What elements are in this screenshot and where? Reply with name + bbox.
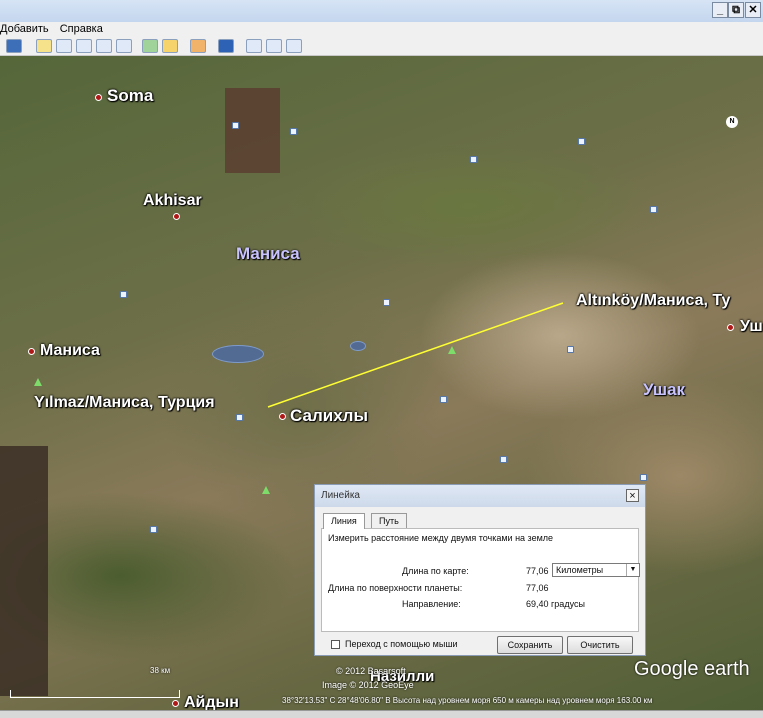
bottom-bar (0, 710, 763, 718)
minimize-button[interactable]: _ (712, 2, 728, 18)
place-akhisar[interactable]: Akhisar (143, 192, 202, 210)
poi-marker[interactable] (640, 474, 647, 481)
sidebar-toggle-icon[interactable] (6, 39, 22, 53)
view-in-maps-icon[interactable] (286, 39, 302, 53)
heading-label: Направление: (402, 599, 461, 609)
status-bar: 38°32'13.53" С 28°48'06.80" В Высота над… (0, 694, 763, 708)
close-icon[interactable]: × (626, 489, 639, 502)
ground-length-label: Длина по поверхности планеты: (328, 583, 463, 593)
place-usak-city[interactable]: Уш (740, 318, 763, 336)
scale-label: 38 км (150, 666, 171, 675)
city-dot (28, 348, 35, 355)
city-dot (279, 413, 286, 420)
overlay-icon[interactable] (96, 39, 112, 53)
menu-bar: Добавить Справка (0, 22, 763, 37)
historical-imagery-icon[interactable] (142, 39, 158, 53)
polygon-icon[interactable] (56, 39, 72, 53)
place-soma[interactable]: Soma (107, 86, 153, 106)
poi-marker[interactable] (650, 206, 657, 213)
place-manisa[interactable]: Маниса (40, 342, 100, 360)
ruler-description: Измерить расстояние между двумя точками … (328, 533, 554, 543)
toolbar (0, 37, 763, 56)
status-coordinates: 38°32'13.53" С 28°48'06.80" В Высота над… (282, 696, 653, 705)
city-dot (727, 324, 734, 331)
poi-marker[interactable] (290, 128, 297, 135)
print-icon[interactable] (266, 39, 282, 53)
poi-marker[interactable] (470, 156, 477, 163)
point-end-label[interactable]: Altınköy/Маниса, Ту (576, 292, 730, 310)
ground-length-value: 77,06 (526, 583, 549, 593)
menu-add[interactable]: Добавить (0, 23, 49, 35)
poi-marker[interactable] (440, 396, 447, 403)
poi-marker[interactable] (383, 299, 390, 306)
tab-path[interactable]: Путь (371, 513, 407, 529)
poi-marker[interactable] (236, 414, 243, 421)
poi-marker[interactable] (120, 291, 127, 298)
restore-button[interactable]: ⧉ (728, 2, 744, 18)
ruler-panel: Измерить расстояние между двумя точками … (321, 528, 640, 632)
point-start-label[interactable]: Yılmaz/Маниса, Турция (34, 394, 215, 412)
park-icon (262, 486, 270, 494)
menu-help[interactable]: Справка (60, 23, 103, 35)
province-manisa: Маниса (236, 244, 300, 263)
compass-icon[interactable]: N (726, 116, 738, 128)
ruler-title: Линейка (315, 485, 645, 507)
unit-select[interactable]: Километры ▼ (552, 563, 640, 577)
map-length-label: Длина по карте: (402, 566, 469, 576)
attribution-geoeye: Image © 2012 GeoEye (322, 680, 414, 690)
ruler-dialog: Линейка × Линия Путь Измерить расстояние… (314, 484, 646, 656)
chevron-down-icon: ▼ (626, 564, 639, 576)
attribution-basarsoft: © 2012 Basarsoft (336, 666, 406, 676)
place-salihli[interactable]: Салихлы (290, 406, 368, 426)
mouse-nav-checkbox[interactable] (331, 640, 340, 649)
province-usak: Ушак (643, 380, 686, 399)
unit-select-value: Километры (556, 565, 604, 575)
measure-line (267, 302, 564, 408)
close-window-button[interactable]: ✕ (745, 2, 761, 18)
record-tour-icon[interactable] (116, 39, 132, 53)
google-earth-logo: Google earth (634, 658, 750, 680)
placemark-icon[interactable] (36, 39, 52, 53)
city-dot (95, 94, 102, 101)
park-icon (448, 346, 456, 354)
poi-marker[interactable] (567, 346, 574, 353)
city-dot (173, 213, 180, 220)
poi-marker[interactable] (578, 138, 585, 145)
poi-marker[interactable] (232, 122, 239, 129)
path-icon[interactable] (76, 39, 92, 53)
poi-marker[interactable] (500, 456, 507, 463)
title-bar: _ ⧉ ✕ (0, 0, 763, 22)
poi-marker[interactable] (150, 526, 157, 533)
ruler-icon[interactable] (218, 39, 234, 53)
tab-line[interactable]: Линия (323, 513, 365, 529)
email-icon[interactable] (246, 39, 262, 53)
mouse-nav-label: Переход с помощью мыши (345, 639, 458, 649)
sunlight-icon[interactable] (162, 39, 178, 53)
heading-value: 69,40 градусы (526, 599, 585, 609)
map-length-value: 77,06 (526, 566, 549, 576)
park-icon (34, 378, 42, 386)
planets-icon[interactable] (190, 39, 206, 53)
clear-button[interactable]: Очистить (567, 636, 633, 654)
save-button[interactable]: Сохранить (497, 636, 563, 654)
